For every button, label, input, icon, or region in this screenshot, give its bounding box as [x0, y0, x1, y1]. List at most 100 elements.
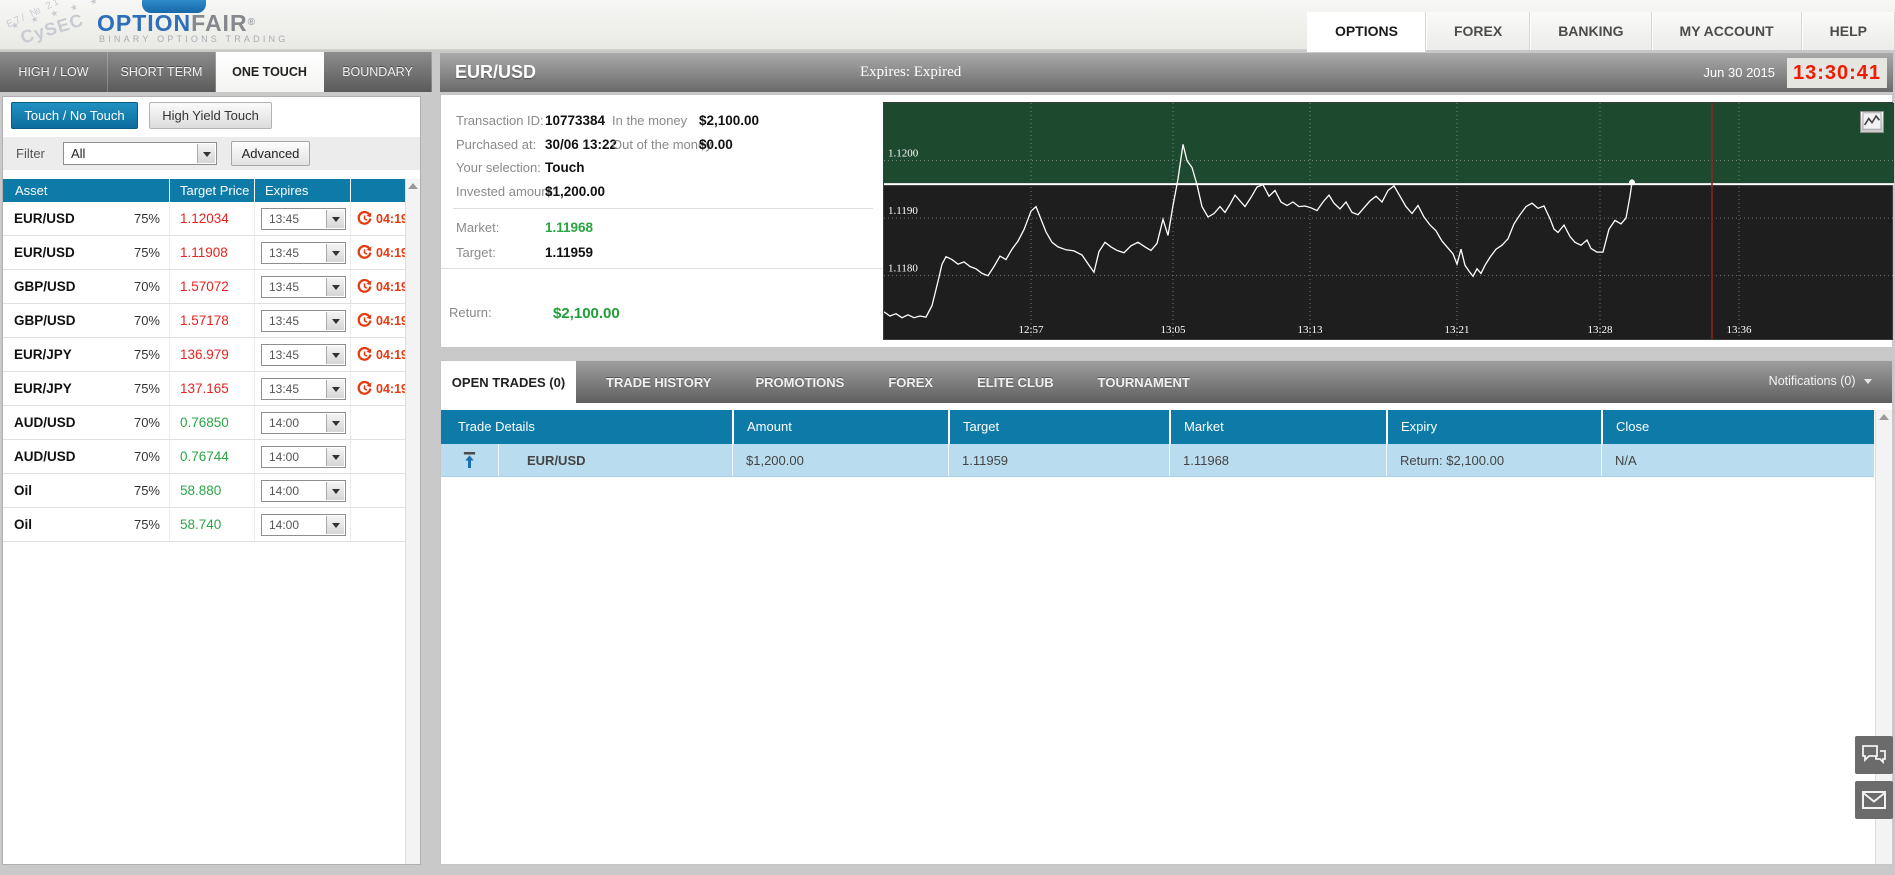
trade-details: Transaction ID: 10773384 In the money $2… [441, 95, 882, 347]
countdown-value: 04:19 [376, 280, 408, 294]
asset-row[interactable]: AUD/USD70%0.7685014:00 [3, 406, 406, 440]
nav-tab-help[interactable]: HELP [1802, 12, 1895, 50]
filter-select[interactable]: All [63, 142, 217, 165]
invested-amount-row: Invested amount: $1,200.00 [441, 184, 882, 200]
countdown-clock-icon [357, 313, 372, 328]
expiry-select[interactable]: 13:45 [261, 208, 346, 230]
asset-name: Oil [14, 483, 32, 498]
trades-tab-open-trades-0-[interactable]: OPEN TRADES (0) [441, 361, 576, 403]
chevron-down-icon[interactable] [326, 244, 344, 262]
chevron-down-icon[interactable] [326, 210, 344, 228]
option-tab-short-term[interactable]: SHORT TERM [108, 52, 216, 92]
asset-row[interactable]: AUD/USD70%0.7674414:00 [3, 440, 406, 474]
option-tab-high-low[interactable]: HIGH / LOW [0, 52, 108, 92]
email-button[interactable] [1855, 781, 1893, 819]
asset-row[interactable]: GBP/USD70%1.5717813:4504:19 [3, 304, 406, 338]
transaction-id-label: Transaction ID: [456, 113, 544, 128]
out-of-the-money-value: $0.00 [699, 137, 733, 152]
chevron-down-icon[interactable] [326, 278, 344, 296]
trades-tab-trade-history[interactable]: TRADE HISTORY [584, 361, 733, 403]
asset-payout: 75% [134, 211, 169, 226]
expiry-select[interactable]: 13:45 [261, 378, 346, 400]
close-col-header: Close [1601, 410, 1874, 444]
countdown-cell: 04:19 [350, 304, 408, 337]
chevron-down-icon[interactable] [326, 482, 344, 500]
nav-tab-my-account[interactable]: MY ACCOUNT [1652, 12, 1802, 50]
asset-payout: 75% [134, 347, 169, 362]
expiry-select[interactable]: 14:00 [261, 480, 346, 502]
purchased-at-row: Purchased at: 30/06 13:22 Out of the mon… [441, 137, 882, 153]
expiry-select[interactable]: 13:45 [261, 242, 346, 264]
asset-list-scrollbar[interactable] [405, 179, 420, 864]
logo-tagline: BINARY OPTIONS TRADING [99, 34, 288, 44]
notifications-label: Notifications (0) [1769, 374, 1856, 388]
touch-up-icon [462, 451, 477, 469]
asset-row[interactable]: Oil75%58.74014:00 [3, 508, 406, 542]
your-selection-row: Your selection: Touch [441, 160, 882, 176]
option-tab-one-touch[interactable]: ONE TOUCH [216, 52, 324, 92]
option-tab-boundary[interactable]: BOUNDARY [324, 52, 432, 92]
advanced-button[interactable]: Advanced [231, 141, 310, 166]
expiry-select[interactable]: 13:45 [261, 344, 346, 366]
trades-tab-tournament[interactable]: TOURNAMENT [1076, 361, 1212, 403]
open-trade-row[interactable]: EUR/USD $1,200.00 1.11959 1.11968 Return… [441, 444, 1874, 477]
notifications-toggle[interactable]: Notifications (0) [1769, 374, 1872, 388]
asset-cell: EUR/USD75% [3, 236, 169, 269]
expiry-select[interactable]: 13:45 [261, 276, 346, 298]
high-yield-touch-button[interactable]: High Yield Touch [149, 102, 272, 129]
price-chart[interactable]: 1.12001.11901.118012:5713:0513:1313:2113… [883, 102, 1893, 340]
axis-tick-label: 13:28 [1587, 324, 1613, 336]
touch-no-touch-button[interactable]: Touch / No Touch [11, 102, 138, 129]
option-type-tabs: HIGH / LOWSHORT TERMONE TOUCHBOUNDARY [0, 52, 432, 92]
asset-cell: Oil75% [3, 508, 169, 541]
live-chat-button[interactable] [1855, 736, 1893, 774]
market-col-header: Market [1169, 410, 1386, 444]
target-zone [884, 103, 1894, 184]
asset-row[interactable]: EUR/JPY75%136.97913:4504:19 [3, 338, 406, 372]
chevron-down-icon[interactable] [326, 448, 344, 466]
countdown-clock-icon [357, 245, 372, 260]
chart-type-button[interactable] [1860, 111, 1884, 133]
chevron-down-icon[interactable] [326, 380, 344, 398]
envelope-icon [1861, 789, 1887, 811]
trades-tab-elite-club[interactable]: ELITE CLUB [955, 361, 1076, 403]
asset-row[interactable]: EUR/USD75%1.1203413:4504:19 [3, 202, 406, 236]
expiry-select-value: 13:45 [269, 246, 299, 260]
asset-row[interactable]: EUR/USD75%1.1190813:4504:19 [3, 236, 406, 270]
optionfair-logo[interactable]: OPTIONFAIR® BINARY OPTIONS TRADING [97, 0, 288, 32]
scroll-up-arrow-icon[interactable] [408, 183, 418, 189]
current-date: Jun 30 2015 [1703, 65, 1775, 80]
trades-tab-forex[interactable]: FOREX [866, 361, 955, 403]
expiry-select[interactable]: 14:00 [261, 514, 346, 536]
nav-tab-forex[interactable]: FOREX [1426, 12, 1530, 50]
line-chart-icon [1862, 112, 1882, 130]
in-the-money-label: In the money [612, 113, 687, 128]
expiry-select[interactable]: 13:45 [261, 310, 346, 332]
scroll-up-arrow-icon[interactable] [1879, 414, 1889, 420]
chevron-down-icon[interactable] [326, 346, 344, 364]
chevron-down-icon[interactable] [326, 312, 344, 330]
asset-row[interactable]: GBP/USD70%1.5707213:4504:19 [3, 270, 406, 304]
timer-col-header [350, 179, 406, 202]
expiry-select[interactable]: 14:00 [261, 412, 346, 434]
trade-detail-panel: Transaction ID: 10773384 In the money $2… [440, 94, 1893, 348]
your-selection-value: Touch [545, 160, 585, 175]
chevron-down-icon[interactable] [326, 414, 344, 432]
expiry-select-value: 14:00 [269, 416, 299, 430]
chevron-down-icon[interactable] [197, 144, 215, 163]
chevron-down-icon[interactable] [326, 516, 344, 534]
asset-name: GBP/USD [14, 279, 76, 294]
trades-tab-promotions[interactable]: PROMOTIONS [733, 361, 866, 403]
instrument-symbol: EUR/USD [455, 62, 536, 83]
nav-tab-banking[interactable]: BANKING [1530, 12, 1651, 50]
expiry-cell: 13:45 [254, 338, 350, 371]
asset-row[interactable]: Oil75%58.88014:00 [3, 474, 406, 508]
countdown-cell: 04:19 [350, 270, 408, 303]
expiry-select-value: 14:00 [269, 484, 299, 498]
expiry-select-value: 14:00 [269, 518, 299, 532]
asset-row[interactable]: EUR/JPY75%137.16513:4504:19 [3, 372, 406, 406]
expiry-select[interactable]: 14:00 [261, 446, 346, 468]
expiry-cell: 13:45 [254, 304, 350, 337]
axis-tick-label: 1.1180 [888, 263, 918, 275]
nav-tab-options[interactable]: OPTIONS [1307, 12, 1426, 52]
